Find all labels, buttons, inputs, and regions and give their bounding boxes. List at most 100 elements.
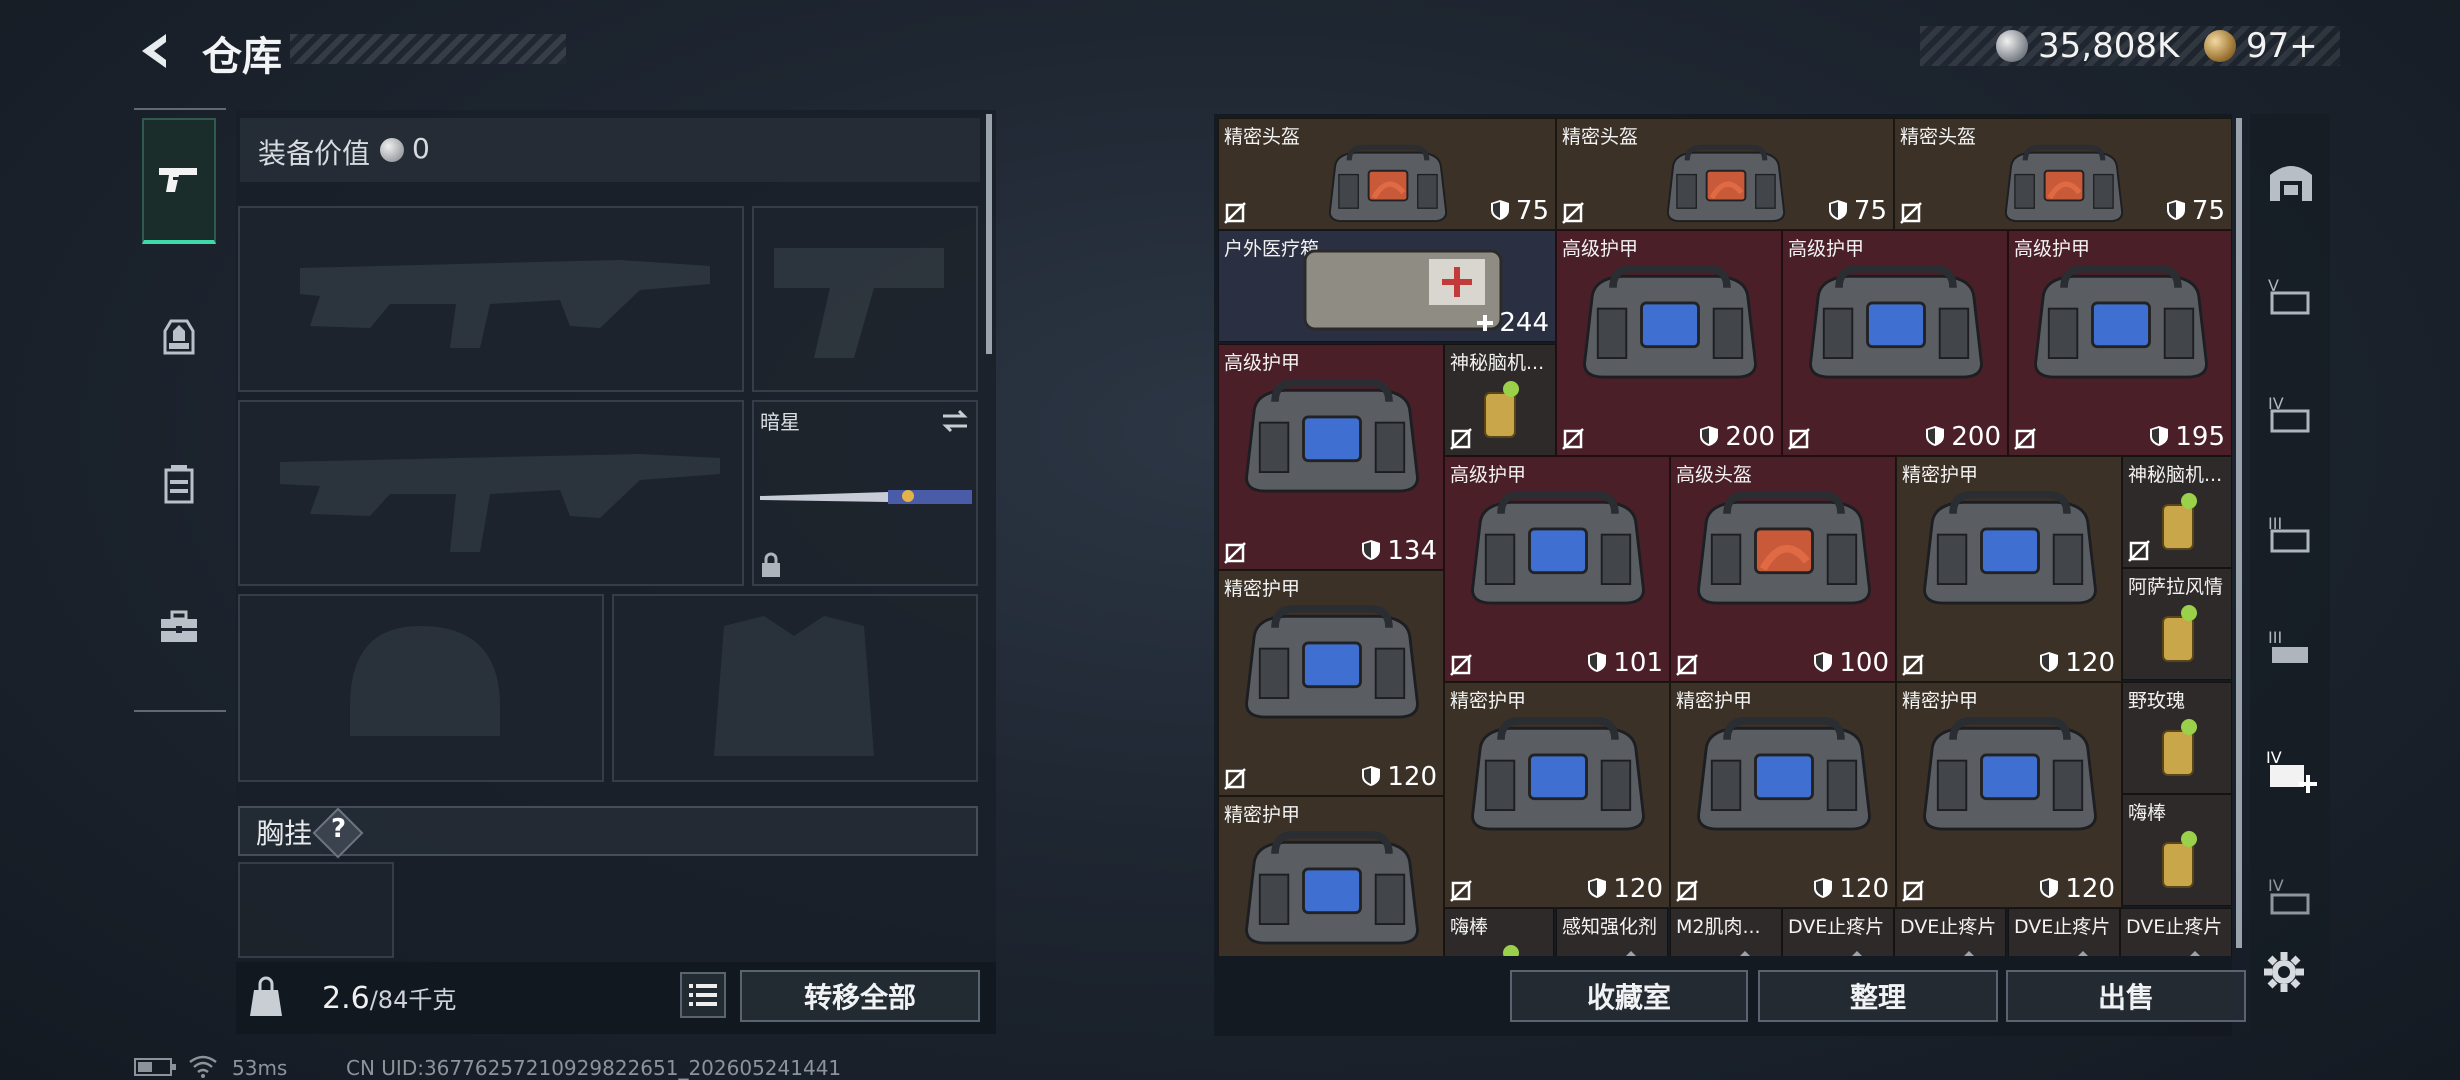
help-icon: ? [331, 814, 347, 844]
helmet-slot[interactable] [238, 594, 604, 782]
storage-item[interactable]: 野玫瑰 [2122, 682, 2232, 794]
settings-icon[interactable] [2262, 950, 2306, 994]
item-name: 嗨棒 [1450, 916, 1489, 938]
no-repair-icon [1224, 542, 1246, 564]
title-decoration [290, 34, 566, 64]
durability-value: 101 [1613, 648, 1663, 678]
rail-tab-4[interactable]: IV [2256, 364, 2326, 464]
storage-item[interactable]: DVE止疼片 [1782, 908, 1894, 956]
armor-slot[interactable] [612, 594, 978, 782]
backpack-icon [163, 319, 195, 355]
pistol-slot[interactable] [752, 206, 978, 392]
storage-item[interactable]: DVE止疼片 [2120, 908, 2232, 956]
rail-tab-safe[interactable] [2256, 130, 2326, 230]
gear-bag-icon [1809, 264, 1983, 379]
sort-button[interactable]: 整理 [1758, 970, 1998, 1022]
list-icon [689, 984, 717, 1006]
item-name: 精密护甲 [1450, 690, 1527, 712]
toolbox-icon [161, 610, 197, 642]
storage-item[interactable]: 精密护甲 120 [1670, 682, 1896, 908]
storage-item[interactable]: 高级护甲 200 [1556, 230, 1782, 456]
tab-weapons[interactable] [142, 118, 216, 244]
no-repair-icon [1562, 428, 1584, 450]
storage-item[interactable]: 精密护甲 120 [1896, 682, 2122, 908]
rail-tab-4-add[interactable]: IV [2256, 720, 2326, 820]
rail-tab-5[interactable]: V [2256, 246, 2326, 346]
tab-toolbox[interactable] [142, 564, 216, 690]
chest-rig-slot[interactable] [238, 862, 394, 958]
item-durability: 120 [1361, 762, 1437, 792]
primary-weapon-slot[interactable] [238, 206, 744, 392]
shield-icon [2040, 652, 2059, 672]
collection-button[interactable]: 收藏室 [1510, 970, 1748, 1022]
storage-item[interactable]: 嗨棒 [2122, 794, 2232, 906]
sell-button[interactable]: 出售 [2006, 970, 2246, 1022]
storage-item[interactable]: 神秘脑机... [2122, 456, 2232, 568]
storage-item[interactable]: 高级头盔 100 [1670, 456, 1896, 682]
storage-item[interactable]: 神秘脑机... [1444, 344, 1556, 456]
silver-coin-icon [1996, 30, 2028, 62]
shield-icon [1700, 426, 1719, 446]
item-art [1471, 939, 1531, 956]
storage-item[interactable]: 高级护甲 200 [1782, 230, 2008, 456]
storage-item[interactable]: 精密护甲 120 [1896, 456, 2122, 682]
gold-currency[interactable]: 97+ [2246, 26, 2318, 66]
storage-grid: 精密头盔 75 精密头盔 75 精密头盔 75 户外医疗箱 244 高级护甲 200 高级… [1218, 118, 2232, 956]
storage-item[interactable]: 精密头盔 75 [1218, 118, 1556, 230]
rail-tab-3b[interactable]: III [2256, 598, 2326, 698]
rifle-silhouette-icon [300, 260, 710, 348]
gear-bag-icon [1328, 144, 1448, 223]
storage-item[interactable]: 精密护甲 [1218, 796, 1444, 956]
secondary-weapon-slot[interactable] [238, 400, 744, 586]
storage-item[interactable]: 感知强化剂 [1556, 908, 1668, 956]
syringe-icon [1740, 951, 1750, 956]
gear-bag-icon [1471, 490, 1645, 605]
storage-item[interactable]: 精密头盔 75 [1894, 118, 2232, 230]
tab-backpack[interactable] [142, 274, 216, 400]
storage-item[interactable]: 高级护甲 101 [1444, 456, 1670, 682]
item-name: 高级护甲 [1562, 238, 1639, 260]
storage-item[interactable]: DVE止疼片 [1894, 908, 2006, 956]
durability-value: 75 [2191, 196, 2225, 226]
durability-value: 120 [2065, 648, 2115, 678]
storage-item[interactable]: M2肌肉... [1670, 908, 1782, 956]
storage-item[interactable]: 高级护甲 134 [1218, 344, 1444, 570]
no-repair-icon [1562, 202, 1584, 224]
item-name: 高级头盔 [1676, 464, 1753, 486]
consumable-icon [2162, 493, 2197, 550]
rail-tab-4-folder[interactable]: IV [2256, 846, 2326, 946]
storage-item[interactable]: 精密护甲 120 [1444, 682, 1670, 908]
item-durability: 195 [2149, 422, 2225, 452]
storage-item[interactable]: 阿萨拉风情 [2122, 568, 2232, 680]
item-art [1587, 935, 1647, 956]
storage-item[interactable]: 精密护甲 120 [1218, 570, 1444, 796]
item-name: 高级护甲 [2014, 238, 2091, 260]
storage-item[interactable]: 精密头盔 75 [1556, 118, 1894, 230]
rifle-silhouette-icon [280, 454, 720, 552]
swap-icon[interactable] [940, 408, 970, 434]
item-art [2039, 935, 2099, 956]
melee-slot[interactable]: 暗星 [752, 400, 978, 586]
list-view-button[interactable] [680, 972, 726, 1018]
gear-bag-icon [1697, 490, 1871, 605]
tab-chest-rig[interactable] [142, 420, 216, 546]
storage-item[interactable]: 嗨棒 [1444, 908, 1554, 956]
loadout-scrollbar[interactable] [986, 114, 992, 354]
storage-item[interactable]: 户外医疗箱 244 [1218, 230, 1556, 342]
item-durability: 120 [1587, 874, 1663, 904]
item-durability: 120 [2039, 648, 2115, 678]
storage-item[interactable]: 高级护甲 195 [2008, 230, 2232, 456]
rail-tab-3a[interactable]: III [2256, 484, 2326, 584]
storage-item[interactable]: DVE止疼片 [2008, 908, 2120, 956]
item-art [2149, 713, 2209, 787]
storage-scrollbar[interactable] [2236, 118, 2242, 948]
melee-name: 暗星 [760, 410, 800, 434]
svg-text:III: III [2268, 628, 2282, 647]
shield-icon [1588, 878, 1607, 898]
gear-bag-icon [1471, 716, 1645, 831]
shield-icon [2040, 878, 2059, 898]
item-name: 神秘脑机... [1450, 352, 1545, 374]
item-durability: 200 [1699, 422, 1775, 452]
transfer-all-button[interactable]: 转移全部 [740, 970, 980, 1022]
back-icon[interactable] [132, 28, 178, 74]
